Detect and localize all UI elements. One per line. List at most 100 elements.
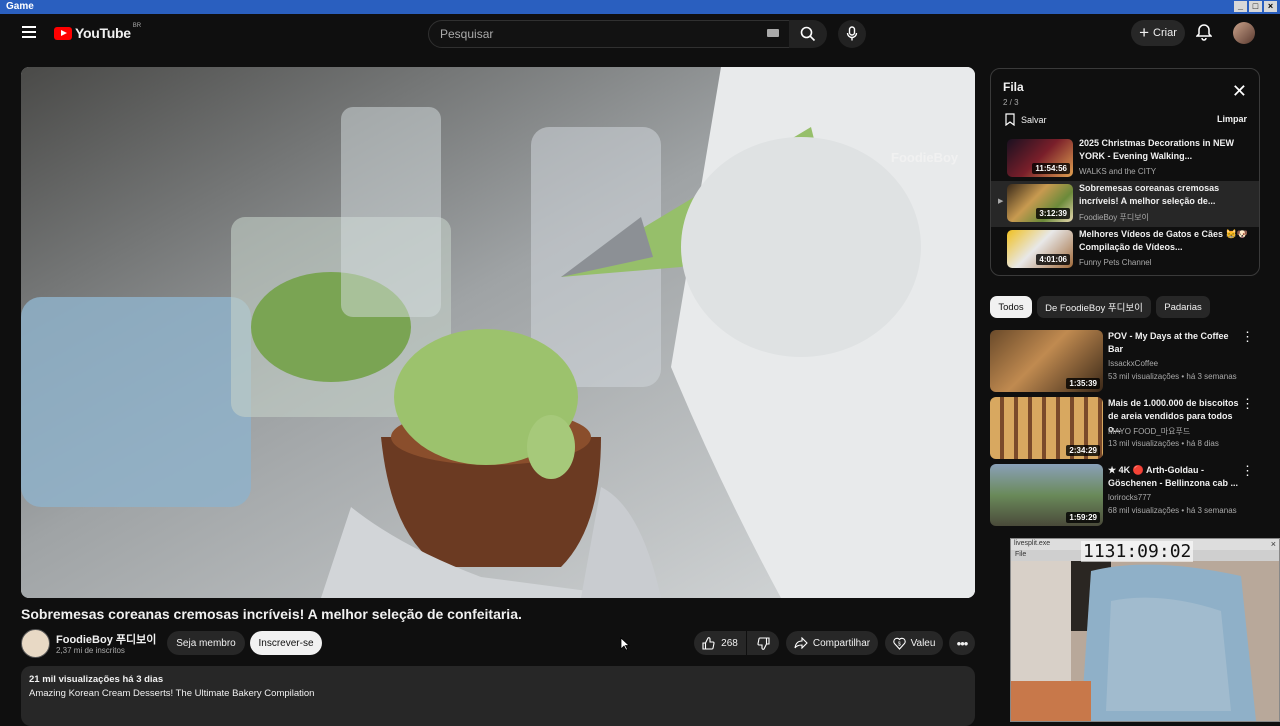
- thanks-label: Valeu: [910, 637, 936, 649]
- save-label: Salvar: [1021, 114, 1047, 125]
- recommended-video[interactable]: 1:35:39 POV - My Days at the Coffee Bar …: [990, 330, 1258, 394]
- timer-overlay-window[interactable]: livesplit.exe × File 1131:09:02: [1010, 538, 1280, 722]
- video-frame: FoodieBoy: [21, 67, 975, 598]
- chip-bakeries[interactable]: Padarias: [1156, 296, 1210, 318]
- now-playing-icon: ▶: [998, 198, 1004, 205]
- search-button[interactable]: [789, 20, 827, 48]
- more-vertical-icon[interactable]: ⋮: [1241, 464, 1254, 477]
- description-text: Amazing Korean Cream Desserts! The Ultim…: [29, 688, 315, 699]
- queue-item[interactable]: 11:54:56 2025 Christmas Decorations in N…: [991, 136, 1259, 182]
- clear-queue-button[interactable]: Limpar: [1217, 114, 1247, 124]
- overlay-close-icon[interactable]: ×: [1271, 539, 1276, 549]
- queue-count: 2 / 3: [1003, 98, 1019, 107]
- queue-item-channel: FoodieBoy 푸디보이: [1079, 213, 1149, 222]
- description-box[interactable]: 21 mil visualizações há 3 dias Amazing K…: [21, 666, 975, 726]
- maximize-icon[interactable]: □: [1249, 1, 1262, 12]
- subscribe-label: Inscrever-se: [258, 637, 314, 649]
- video-thumbnail: 1:59:29: [990, 464, 1103, 526]
- channel-name[interactable]: FoodieBoy 푸디보이: [56, 631, 156, 647]
- mouse-cursor-icon: [620, 637, 630, 651]
- join-label: Seja membro: [176, 637, 236, 649]
- recommended-channel: MAYO FOOD_마요푸드: [1108, 427, 1191, 436]
- more-actions-button[interactable]: •••: [949, 631, 975, 655]
- notifications-button[interactable]: [1195, 23, 1213, 46]
- queue-item-title: Melhores Vídeos de Gatos e Cães 😸🐶 Compi…: [1079, 229, 1248, 252]
- youtube-play-icon: [54, 26, 72, 40]
- duration-badge: 2:34:29: [1066, 445, 1100, 456]
- video-watermark: FoodieBoy: [891, 150, 959, 165]
- recommended-channel: IssackxCoffee: [1108, 359, 1159, 368]
- duration-badge: 4:01:06: [1036, 254, 1070, 265]
- like-count: 268: [721, 637, 738, 649]
- super-thanks-icon: $: [892, 637, 906, 650]
- voice-search-button[interactable]: [838, 20, 866, 48]
- window-controls: _ □ ×: [1234, 1, 1277, 12]
- subscribe-button[interactable]: Inscrever-se: [250, 631, 322, 655]
- more-horizontal-icon: •••: [956, 635, 969, 651]
- share-icon: [794, 637, 808, 649]
- views-and-date: 21 mil visualizações há 3 dias: [29, 674, 164, 685]
- account-avatar[interactable]: [1233, 22, 1255, 44]
- duration-badge: 1:59:29: [1066, 512, 1100, 523]
- recommended-video[interactable]: 2:34:29 Mais de 1.000.000 de biscoitos d…: [990, 397, 1258, 461]
- logo-country: BR: [132, 23, 142, 29]
- more-vertical-icon[interactable]: ⋮: [1241, 397, 1254, 410]
- close-icon[interactable]: ✕: [1232, 82, 1247, 100]
- recommended-video[interactable]: 1:59:29 ★ 4K 🔴 Arth-Goldau - Göschenen -…: [990, 464, 1258, 528]
- dislike-button[interactable]: [747, 631, 779, 655]
- recommended-title: ★ 4K 🔴 Arth-Goldau - Göschenen - Bellinz…: [1108, 465, 1239, 488]
- thanks-button[interactable]: $ Valeu: [885, 631, 943, 655]
- search-input[interactable]: Pesquisar: [428, 20, 790, 48]
- recommended-title: POV - My Days at the Coffee Bar: [1108, 331, 1229, 354]
- share-button[interactable]: Compartilhar: [786, 631, 878, 655]
- duration-badge: 3:12:39: [1036, 208, 1070, 219]
- youtube-logo[interactable]: YouTube BR: [54, 23, 142, 41]
- video-thumbnail: 2:34:29: [990, 397, 1103, 459]
- more-vertical-icon[interactable]: ⋮: [1241, 330, 1254, 343]
- duration-badge: 1:35:39: [1066, 378, 1100, 389]
- minimize-icon[interactable]: _: [1234, 1, 1247, 12]
- window-title-bar: Game _ □ ×: [0, 0, 1280, 14]
- recommended-views: 68 mil visualizações • há 3 semanas: [1108, 506, 1237, 515]
- recommended-channel: lorirocks777: [1108, 493, 1152, 502]
- thumbs-up-icon: [702, 636, 715, 650]
- chip-all[interactable]: Todos: [990, 296, 1032, 318]
- bell-icon: [1195, 24, 1213, 41]
- like-button[interactable]: 268: [694, 631, 746, 655]
- video-thumbnail: 1:35:39: [990, 330, 1103, 392]
- queue-title: Fila: [1003, 80, 1024, 94]
- queue-item-title: 2025 Christmas Decorations in NEW YORK -…: [1079, 138, 1235, 161]
- video-title: Sobremesas coreanas cremosas incríveis! …: [21, 606, 522, 622]
- channel-avatar[interactable]: [21, 629, 50, 658]
- microphone-icon: [846, 26, 858, 41]
- chip-from-channel[interactable]: De FoodieBoy 푸디보이: [1037, 296, 1151, 318]
- join-button[interactable]: Seja membro: [167, 631, 245, 655]
- save-queue-button[interactable]: Salvar: [1005, 113, 1047, 126]
- plus-icon: +: [1139, 23, 1150, 42]
- queue-item-channel: Funny Pets Channel: [1079, 258, 1152, 267]
- queue-thumbnail: 11:54:56: [1007, 139, 1073, 177]
- top-bar: YouTube BR Pesquisar + Criar: [0, 14, 1280, 54]
- queue-item-current[interactable]: ▶ 3:12:39 Sobremesas coreanas cremosas i…: [991, 181, 1259, 227]
- duration-badge: 11:54:56: [1032, 163, 1070, 174]
- queue-panel: Fila 2 / 3 ✕ Salvar Limpar 11:54:56 2025…: [990, 68, 1260, 276]
- channel-subscribers: 2,37 mi de inscritos: [56, 646, 125, 655]
- close-window-icon[interactable]: ×: [1264, 1, 1277, 12]
- timer-display: 1131:09:02: [1081, 541, 1194, 562]
- video-player[interactable]: FoodieBoy: [21, 67, 975, 598]
- search-icon: [800, 26, 816, 42]
- queue-thumbnail: 4:01:06: [1007, 230, 1073, 268]
- create-label: Criar: [1153, 27, 1177, 39]
- hamburger-menu-icon[interactable]: [22, 26, 36, 38]
- logo-text: YouTube: [75, 25, 131, 41]
- svg-text:$: $: [897, 641, 900, 647]
- webcam-feed: [1011, 561, 1279, 721]
- keyboard-icon[interactable]: [767, 29, 779, 37]
- overlay-menu-file[interactable]: File: [1015, 551, 1026, 558]
- bookmark-icon: [1005, 113, 1015, 126]
- recommended-views: 53 mil visualizações • há 3 semanas: [1108, 372, 1237, 381]
- queue-item[interactable]: 4:01:06 Melhores Vídeos de Gatos e Cães …: [991, 227, 1259, 273]
- window-title: Game: [6, 1, 34, 12]
- create-button[interactable]: + Criar: [1131, 20, 1185, 46]
- share-label: Compartilhar: [812, 637, 871, 649]
